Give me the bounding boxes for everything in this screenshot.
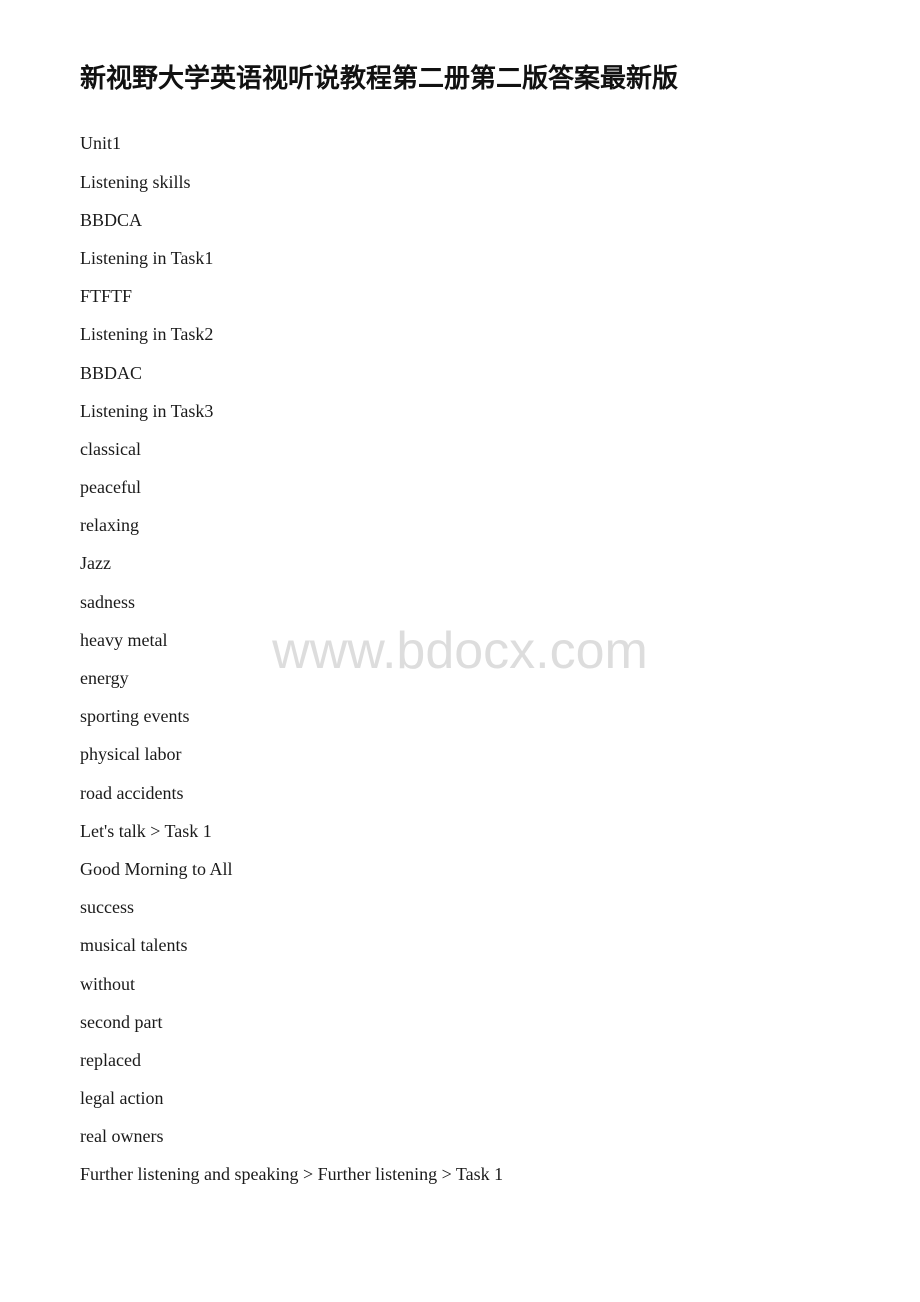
list-item: legal action bbox=[80, 1079, 840, 1117]
list-item: FTFTF bbox=[80, 277, 840, 315]
list-item: success bbox=[80, 888, 840, 926]
page-title: 新视野大学英语视听说教程第二册第二版答案最新版 bbox=[80, 60, 840, 96]
list-item: energy bbox=[80, 659, 840, 697]
list-item: replaced bbox=[80, 1041, 840, 1079]
list-item: classical bbox=[80, 430, 840, 468]
list-item: sadness bbox=[80, 583, 840, 621]
list-item: peaceful bbox=[80, 468, 840, 506]
list-item: Listening in Task2 bbox=[80, 315, 840, 353]
list-item: without bbox=[80, 965, 840, 1003]
content-list: Unit1Listening skillsBBDCAListening in T… bbox=[80, 124, 840, 1193]
list-item: heavy metal bbox=[80, 621, 840, 659]
list-item: musical talents bbox=[80, 926, 840, 964]
list-item: second part bbox=[80, 1003, 840, 1041]
list-item: relaxing bbox=[80, 506, 840, 544]
list-item: BBDAC bbox=[80, 354, 840, 392]
list-item: BBDCA bbox=[80, 201, 840, 239]
list-item: Unit1 bbox=[80, 124, 840, 162]
list-item: Let's talk > Task 1 bbox=[80, 812, 840, 850]
list-item: Jazz bbox=[80, 544, 840, 582]
list-item: Good Morning to All bbox=[80, 850, 840, 888]
list-item: road accidents bbox=[80, 774, 840, 812]
list-item: Further listening and speaking > Further… bbox=[80, 1155, 840, 1193]
list-item: physical labor bbox=[80, 735, 840, 773]
list-item: real owners bbox=[80, 1117, 840, 1155]
list-item: sporting events bbox=[80, 697, 840, 735]
list-item: Listening skills bbox=[80, 163, 840, 201]
list-item: Listening in Task1 bbox=[80, 239, 840, 277]
list-item: Listening in Task3 bbox=[80, 392, 840, 430]
